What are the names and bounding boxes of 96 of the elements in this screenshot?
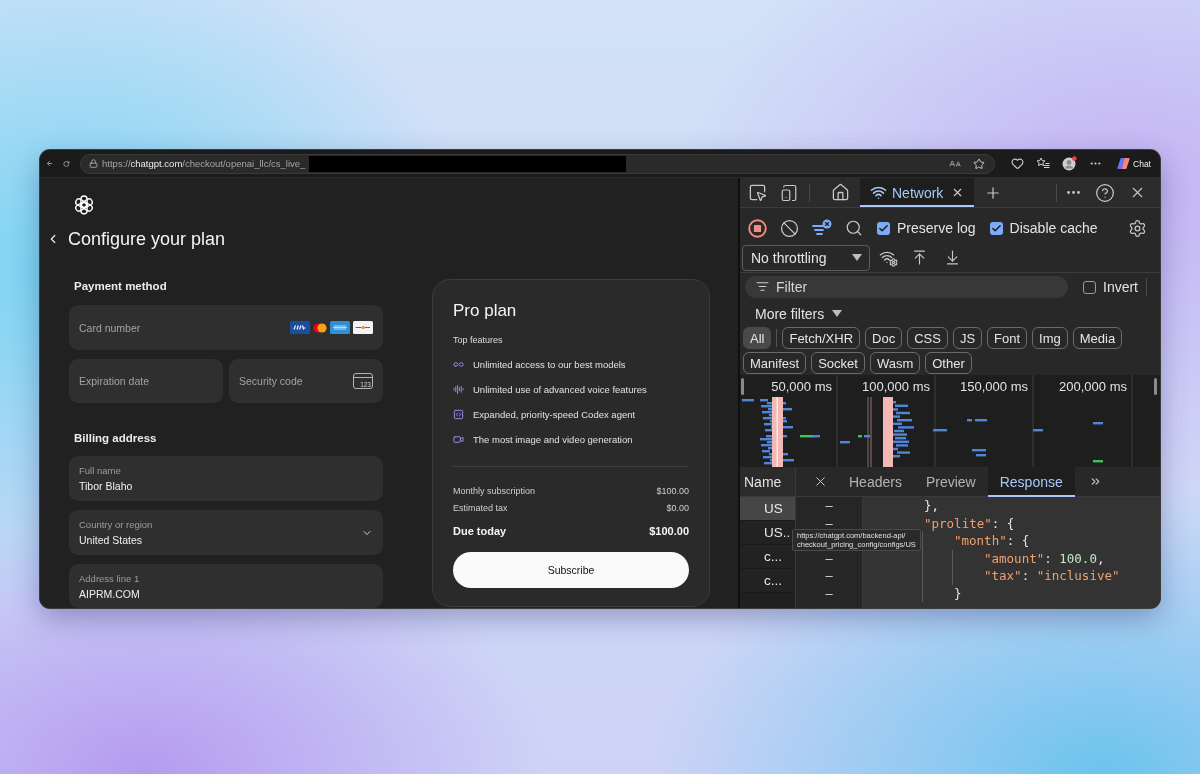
lock-icon[interactable]: [89, 159, 99, 168]
caret-icon: [852, 254, 862, 261]
filter-chip[interactable]: Font: [987, 327, 1028, 349]
field-label: Full name: [79, 465, 121, 477]
card-logo-icon: [313, 322, 327, 333]
knot-logo-icon: [73, 194, 95, 216]
heart-icon[interactable]: [1011, 157, 1025, 170]
filter-chip[interactable]: All: [743, 327, 772, 349]
filter-chip[interactable]: Img: [1032, 327, 1068, 349]
page-title: Configure your plan: [68, 228, 226, 250]
code-line: "month": {: [954, 532, 1030, 550]
upload-icon[interactable]: [911, 249, 928, 266]
field-label: Country or region: [79, 519, 153, 531]
checkbox[interactable]: [1083, 280, 1096, 294]
filter-chip[interactable]: Media: [1072, 327, 1123, 349]
search-icon[interactable]: [845, 219, 863, 237]
url-text: https://chatgpt.com/checkout/openai_llc/cs_live_: [102, 158, 306, 169]
checkbox[interactable]: [877, 221, 890, 235]
dash-mark: –: [825, 588, 833, 599]
throttling-select[interactable]: No throttling: [742, 244, 870, 271]
filter-chip[interactable]: JS: [952, 327, 983, 349]
code-square-icon: [453, 409, 464, 420]
subscribe-button[interactable]: Subscribe: [453, 552, 689, 588]
dash-mark: –: [825, 553, 833, 564]
filter-chip[interactable]: Manifest: [743, 352, 807, 374]
filter-chip[interactable]: Wasm: [869, 352, 921, 374]
dash-mark: –: [825, 571, 833, 581]
home-icon: [831, 183, 850, 202]
checkbox[interactable]: [989, 221, 1003, 235]
tab[interactable]: Network: [860, 178, 975, 207]
filter-icon: [756, 280, 769, 293]
card-logo-icon: [353, 321, 373, 334]
code-line: "prolite": {: [924, 514, 1015, 532]
tab[interactable]: Headers: [837, 467, 914, 497]
feature-text: Expanded, priority-speed Codex agent: [473, 409, 636, 420]
column-header[interactable]: Name: [740, 467, 795, 497]
help-icon[interactable]: [1095, 182, 1115, 203]
caret-icon: [832, 310, 843, 317]
card-logo-icon: [290, 321, 310, 334]
request-row[interactable]: US: [740, 497, 795, 521]
settings-icon[interactable]: [1128, 218, 1147, 238]
filter-chip[interactable]: Doc: [865, 327, 903, 349]
download-icon[interactable]: [944, 249, 961, 266]
total-amount: $100.00: [649, 524, 689, 538]
code-line: },: [924, 497, 940, 515]
tick-icon: [990, 222, 1002, 234]
card-number-field[interactable]: Card number: [69, 305, 383, 350]
more-filters-button[interactable]: More filters: [755, 305, 843, 322]
section-heading: Billing address: [74, 431, 157, 446]
feature-text: The most image and video generation: [473, 434, 633, 445]
field-label: Address line 1: [79, 573, 140, 585]
line-item-label: Monthly subscription: [453, 485, 536, 498]
card-logo-icon: [330, 321, 350, 334]
tab[interactable]: Response: [987, 467, 1075, 497]
checkbox-label: Invert: [1103, 279, 1138, 295]
text-size-icon[interactable]: [949, 157, 962, 170]
colorful-logo-icon: [1117, 157, 1131, 170]
checkbox-label: Preserve log: [897, 220, 976, 236]
tick-icon: [878, 222, 889, 234]
device-icon[interactable]: [780, 183, 798, 202]
features-heading: Top features: [453, 334, 503, 346]
feature-text: Unlimited use of advanced voice features: [473, 384, 647, 395]
filter-chip[interactable]: Socket: [811, 352, 865, 374]
code-line: "tax": "inclusive": [984, 567, 1120, 585]
filter-clear-icon[interactable]: [812, 218, 832, 238]
feature-text: Unlimited access to our best models: [473, 359, 626, 370]
wifi-icon: [870, 184, 887, 201]
inspect-icon[interactable]: [748, 183, 767, 202]
filter-field[interactable]: Filter: [745, 276, 1068, 298]
filter-chip[interactable]: CSS: [907, 327, 948, 349]
expiration-date-field[interactable]: Expiration date: [69, 359, 223, 403]
code-line: "amount": 100.0,: [984, 549, 1105, 567]
section-heading: Payment method: [74, 279, 167, 294]
dash-mark: –: [825, 518, 833, 529]
star-icon[interactable]: [973, 157, 986, 170]
filter-chip[interactable]: Fetch/XHR: [782, 327, 861, 349]
infinity-icon: [453, 359, 464, 370]
line-item-amount: $0.00: [666, 502, 689, 515]
favorites-icon[interactable]: [1036, 157, 1051, 170]
plan-title: Pro plan: [453, 301, 517, 321]
close-icon[interactable]: [813, 474, 828, 489]
tab[interactable]: Preview: [913, 467, 988, 497]
record-icon[interactable]: [748, 218, 767, 238]
dash-mark: –: [825, 501, 833, 511]
avatar-icon[interactable]: [1062, 156, 1078, 171]
line-item-label: Estimated tax: [453, 502, 508, 515]
address-bar[interactable]: https://chatgpt.com/checkout/openai_llc/cs_live_: [80, 153, 996, 174]
line-item-amount: $100.00: [656, 485, 689, 498]
sound-wave-icon: [453, 384, 464, 395]
checkbox-label: Disable cache: [1009, 220, 1098, 236]
filter-chip[interactable]: Other: [925, 352, 972, 374]
chat-button[interactable]: Chat: [1114, 155, 1154, 172]
clear-icon[interactable]: [780, 218, 799, 238]
video-camera-icon: [453, 434, 464, 445]
code-line: }: [954, 584, 962, 602]
total-label: Due today: [453, 524, 507, 538]
